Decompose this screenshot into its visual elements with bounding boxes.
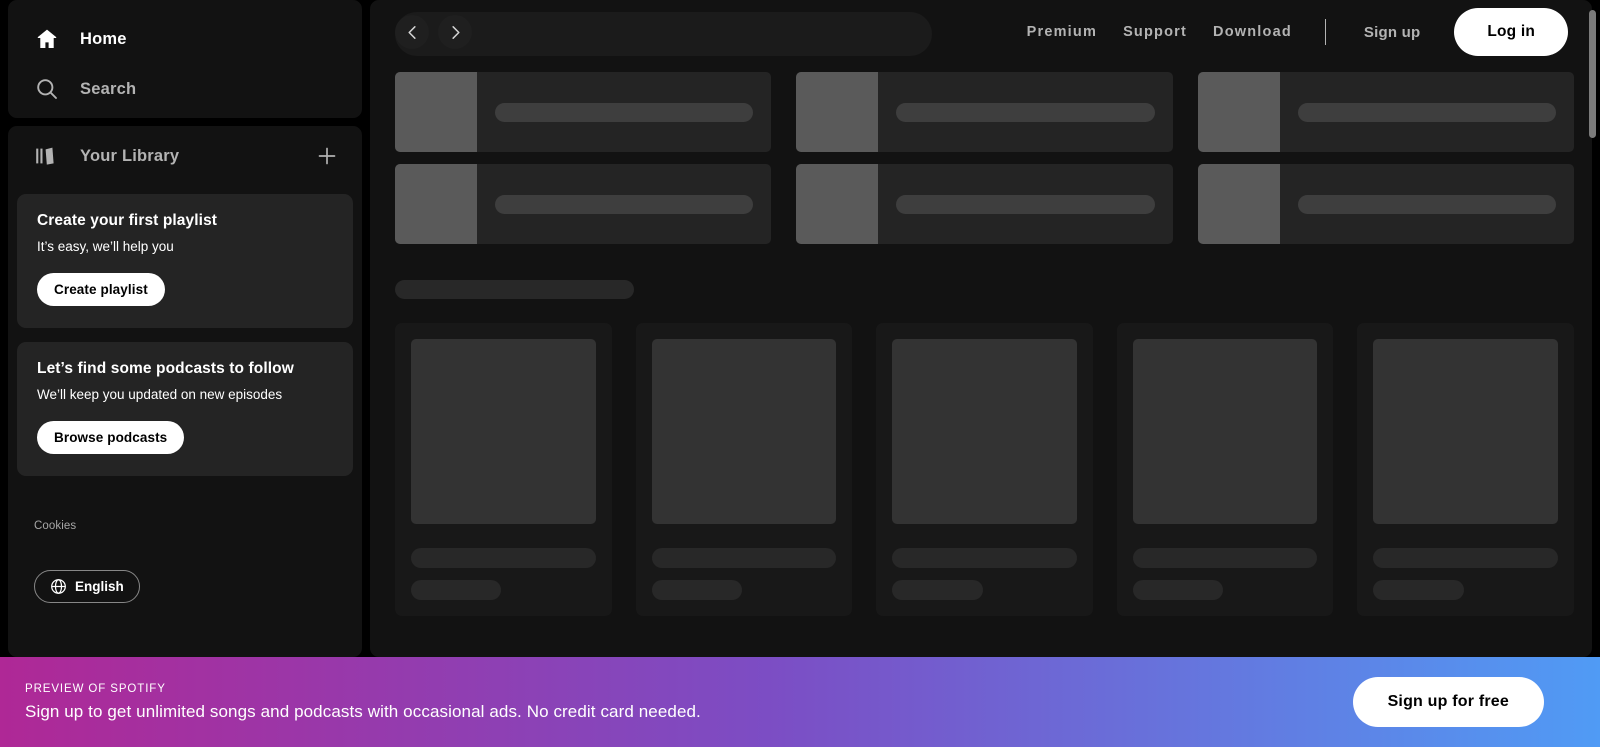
banner-message: Sign up to get unlimited songs and podca…: [25, 702, 1353, 722]
row-title-placeholder: [896, 103, 1154, 122]
row-thumbnail: [796, 164, 878, 244]
row-thumbnail: [395, 164, 477, 244]
login-button[interactable]: Log in: [1454, 8, 1568, 56]
album-card-skeleton[interactable]: [636, 323, 853, 616]
row-title-placeholder: [495, 103, 753, 122]
library-header[interactable]: Your Library: [8, 128, 362, 184]
your-library-panel: Your Library Create your first playlist …: [8, 126, 362, 657]
album-card-skeletons: [395, 323, 1574, 616]
album-title-placeholder: [411, 548, 596, 568]
row-title-placeholder: [1298, 103, 1556, 122]
row-title-placeholder: [896, 195, 1154, 214]
chevron-right-icon: [447, 24, 464, 41]
library-title: Your Library: [80, 147, 312, 166]
album-artwork: [411, 339, 596, 524]
album-card-skeleton[interactable]: [395, 323, 612, 616]
search-skeleton-placeholder: [395, 12, 932, 56]
album-subtitle-placeholder: [411, 580, 501, 600]
nav-link-support[interactable]: Support: [1110, 24, 1200, 40]
language-section: English: [8, 570, 362, 603]
browse-podcasts-button[interactable]: Browse podcasts: [37, 421, 184, 454]
content-area: [370, 64, 1592, 616]
library-icon: [34, 143, 60, 169]
row-card-skeleton[interactable]: [796, 164, 1172, 244]
main-content: Premium Support Download Sign up Log in: [370, 0, 1592, 657]
language-button[interactable]: English: [34, 570, 140, 603]
album-subtitle-placeholder: [892, 580, 982, 600]
section-heading-placeholder: [395, 280, 634, 299]
create-playlist-button[interactable]: Create playlist: [37, 273, 165, 306]
album-subtitle-placeholder: [1373, 580, 1463, 600]
plus-icon[interactable]: [312, 141, 342, 171]
cookies-link[interactable]: Cookies: [34, 520, 76, 532]
vertical-scrollbar[interactable]: [1589, 10, 1596, 657]
spotify-web-player: Home Search Your Library: [0, 0, 1600, 747]
top-navigation-bar: Premium Support Download Sign up Log in: [370, 0, 1592, 64]
promo-card-browse-podcasts: Let’s find some podcasts to follow We’ll…: [17, 342, 353, 476]
row-card-skeleton[interactable]: [395, 72, 771, 152]
album-artwork: [652, 339, 837, 524]
row-title-placeholder: [495, 195, 753, 214]
album-artwork: [1133, 339, 1318, 524]
promo-subtitle: It’s easy, we’ll help you: [37, 239, 333, 254]
vertical-divider: [1325, 19, 1326, 45]
album-artwork: [1373, 339, 1558, 524]
promo-title: Create your first playlist: [37, 212, 333, 230]
album-card-skeleton[interactable]: [1357, 323, 1574, 616]
promo-card-create-playlist: Create your first playlist It’s easy, we…: [17, 194, 353, 328]
album-artwork: [892, 339, 1077, 524]
preview-signup-banner: PREVIEW OF SPOTIFY Sign up to get unlimi…: [0, 657, 1600, 747]
banner-text-group: PREVIEW OF SPOTIFY Sign up to get unlimi…: [25, 683, 1353, 722]
album-card-skeleton[interactable]: [876, 323, 1093, 616]
album-title-placeholder: [1373, 548, 1558, 568]
row-thumbnail: [1198, 164, 1280, 244]
nav-link-premium[interactable]: Premium: [1014, 24, 1110, 40]
row-title-placeholder: [1298, 195, 1556, 214]
album-title-placeholder: [652, 548, 837, 568]
row-card-skeleton[interactable]: [1198, 164, 1574, 244]
sidebar-item-home[interactable]: Home: [8, 14, 362, 64]
album-subtitle-placeholder: [1133, 580, 1223, 600]
album-card-skeleton[interactable]: [1117, 323, 1334, 616]
promo-title: Let’s find some podcasts to follow: [37, 360, 333, 378]
row-thumbnail: [1198, 72, 1280, 152]
sidebar-item-label: Home: [80, 30, 127, 49]
sidebar: Home Search Your Library: [8, 0, 362, 657]
legal-links: Cookies: [8, 516, 362, 534]
banner-kicker: PREVIEW OF SPOTIFY: [25, 683, 1353, 695]
row-card-skeleton[interactable]: [395, 164, 771, 244]
sidebar-item-label: Search: [80, 80, 136, 99]
album-title-placeholder: [892, 548, 1077, 568]
nav-link-download[interactable]: Download: [1200, 24, 1305, 40]
promo-subtitle: We’ll keep you updated on new episodes: [37, 387, 333, 402]
album-title-placeholder: [1133, 548, 1318, 568]
row-card-skeleton[interactable]: [1198, 72, 1574, 152]
chevron-left-icon: [404, 24, 421, 41]
forward-button[interactable]: [438, 15, 472, 49]
shelf-row-skeletons: [395, 72, 1574, 244]
sidebar-item-search[interactable]: Search: [8, 64, 362, 114]
search-icon: [34, 76, 60, 102]
globe-icon: [50, 578, 67, 595]
row-thumbnail: [796, 72, 878, 152]
signup-link[interactable]: Sign up: [1346, 24, 1438, 41]
topbar-actions: Premium Support Download Sign up Log in: [1014, 8, 1578, 56]
home-icon: [34, 26, 60, 52]
row-card-skeleton[interactable]: [796, 72, 1172, 152]
row-thumbnail: [395, 72, 477, 152]
signup-for-free-button[interactable]: Sign up for free: [1353, 677, 1544, 727]
album-subtitle-placeholder: [652, 580, 742, 600]
back-button[interactable]: [395, 15, 429, 49]
history-navigation: [395, 15, 472, 49]
scrollbar-thumb[interactable]: [1589, 10, 1596, 138]
primary-nav-panel: Home Search: [8, 0, 362, 118]
language-label: English: [75, 579, 124, 594]
